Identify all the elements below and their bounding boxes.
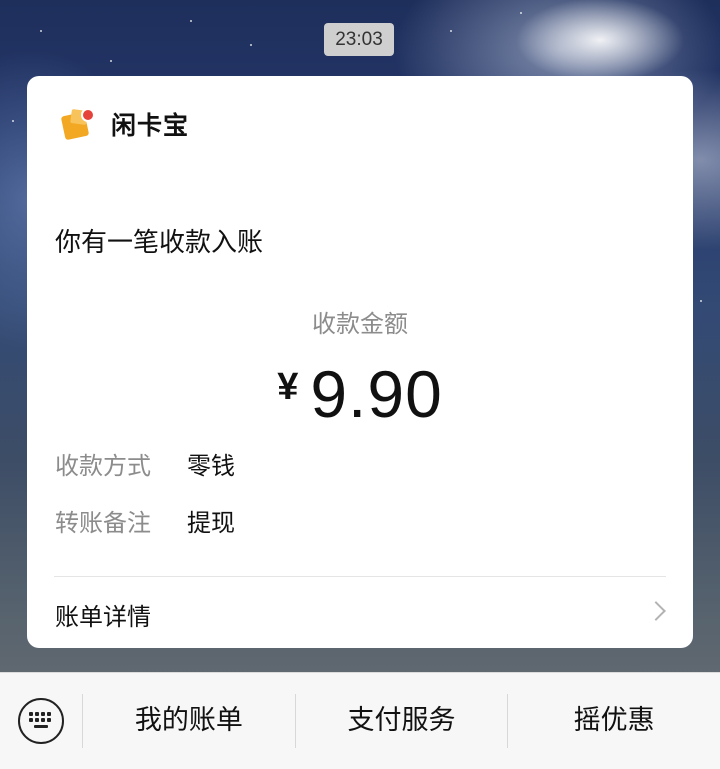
detail-key: 转账备注 bbox=[55, 509, 151, 537]
star bbox=[12, 120, 14, 122]
notice-title: 你有一笔收款入账 bbox=[55, 228, 264, 258]
detail-value: 提现 bbox=[187, 509, 235, 537]
amount-display: ¥9.90 bbox=[27, 356, 693, 432]
keyboard-toggle-button[interactable] bbox=[0, 673, 82, 769]
menu-payment-services[interactable]: 支付服务 bbox=[296, 673, 508, 769]
app-name: 闲卡宝 bbox=[111, 111, 190, 140]
bill-detail-link[interactable]: 账单详情 bbox=[27, 577, 693, 648]
detail-row-payment-method: 收款方式 零钱 bbox=[55, 446, 235, 481]
star bbox=[450, 30, 452, 32]
star bbox=[110, 60, 112, 62]
keyboard-icon bbox=[18, 698, 64, 744]
star bbox=[250, 44, 252, 46]
amount-value: 9.90 bbox=[310, 357, 443, 431]
app-header: 闲卡宝 bbox=[59, 106, 189, 142]
menu-my-bills[interactable]: 我的账单 bbox=[83, 673, 295, 769]
message-timestamp: 23:03 bbox=[324, 23, 394, 56]
bill-detail-label: 账单详情 bbox=[55, 603, 151, 631]
star bbox=[190, 20, 192, 22]
detail-row-transfer-note: 转账备注 提现 bbox=[55, 503, 235, 538]
star bbox=[40, 30, 42, 32]
detail-value: 零钱 bbox=[187, 452, 235, 480]
star bbox=[700, 300, 702, 302]
amount-label: 收款金额 bbox=[312, 310, 408, 338]
star bbox=[520, 12, 522, 14]
app-logo-icon bbox=[59, 108, 95, 141]
menu-shake-deals[interactable]: 摇优惠 bbox=[508, 673, 720, 769]
currency-symbol: ¥ bbox=[277, 366, 299, 408]
chevron-right-icon bbox=[646, 601, 666, 621]
bottom-menu-bar: 我的账单 支付服务 摇优惠 bbox=[0, 672, 720, 769]
detail-key: 收款方式 bbox=[55, 452, 151, 480]
payment-notification-card[interactable]: 闲卡宝 你有一笔收款入账 收款金额 ¥9.90 收款方式 零钱 转账备注 提现 … bbox=[27, 76, 693, 648]
